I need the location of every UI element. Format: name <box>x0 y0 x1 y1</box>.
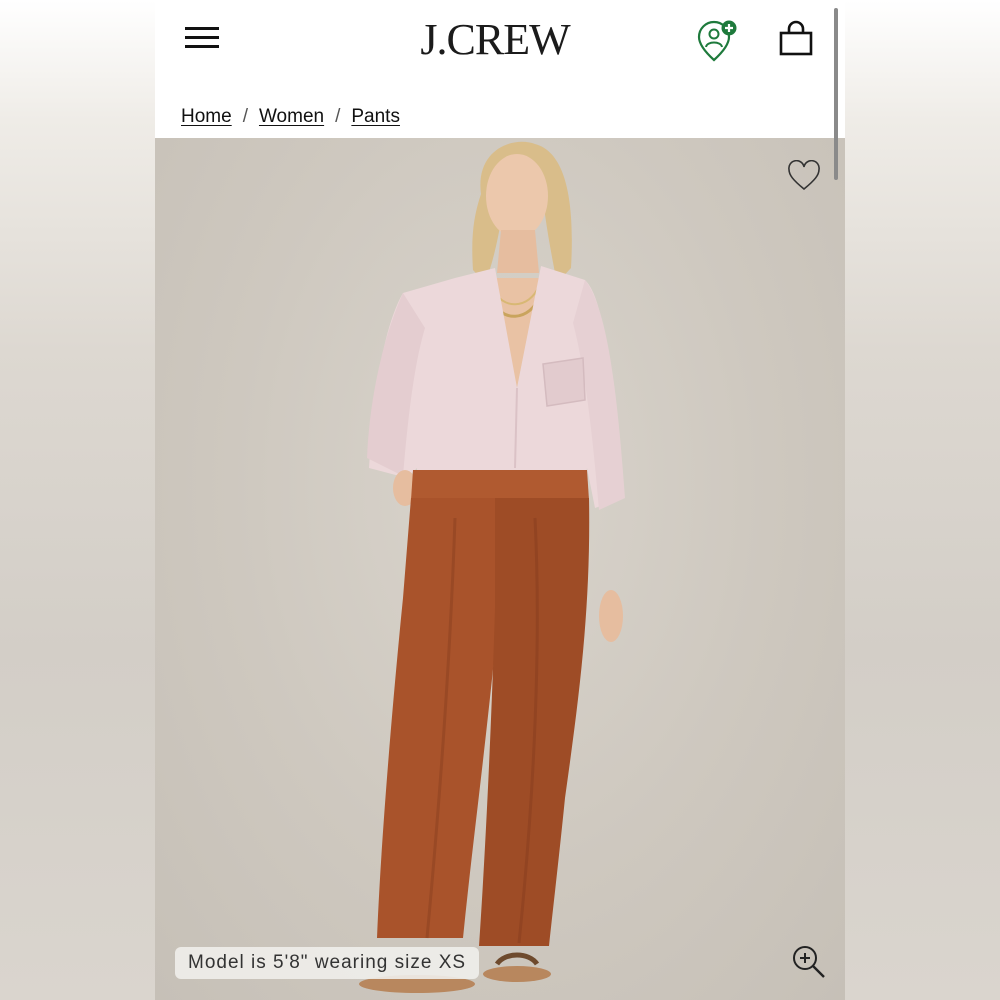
breadcrumb-pants-link[interactable]: Pants <box>351 106 400 128</box>
product-image[interactable]: Model is 5'8" wearing size XS <box>155 138 845 1000</box>
left-backdrop <box>0 0 155 1000</box>
brand-logo[interactable]: J.CREW <box>395 14 595 65</box>
site-header: J.CREW <box>155 0 845 88</box>
shopping-bag-icon[interactable] <box>777 20 815 58</box>
breadcrumb: Home / Women / Pants <box>181 104 400 130</box>
model-photo <box>359 141 625 993</box>
scrollbar[interactable] <box>834 8 838 180</box>
rewards-profile-icon[interactable] <box>695 20 741 62</box>
model-size-caption: Model is 5'8" wearing size XS <box>175 947 480 979</box>
hamburger-menu-icon[interactable] <box>183 24 221 50</box>
breadcrumb-separator: / <box>335 106 341 127</box>
breadcrumb-separator: / <box>242 106 248 127</box>
right-backdrop <box>845 0 1000 1000</box>
mobile-viewport: J.CREW Home / Women / Pants Model is 5'8… <box>155 0 845 1000</box>
breadcrumb-women-link[interactable]: Women <box>259 106 324 128</box>
breadcrumb-home-link[interactable]: Home <box>181 106 232 128</box>
heart-icon[interactable] <box>787 160 821 192</box>
zoom-in-icon[interactable] <box>791 944 827 980</box>
